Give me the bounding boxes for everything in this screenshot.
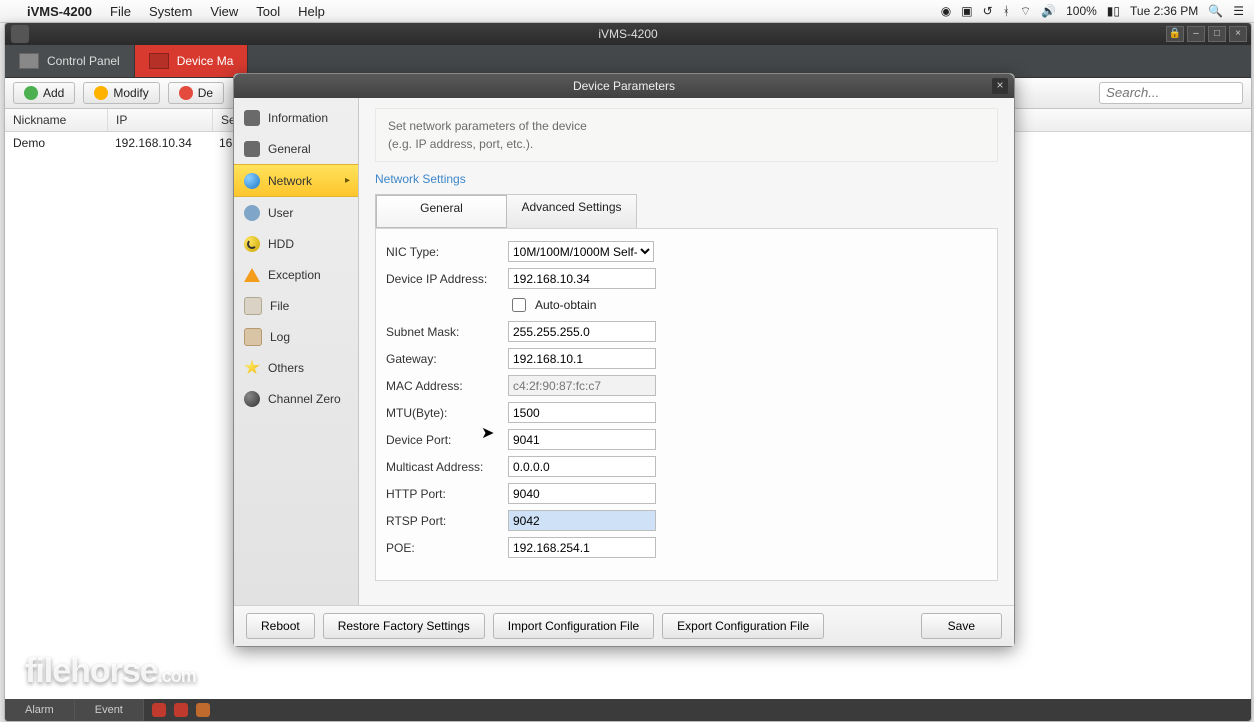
mac-input bbox=[508, 375, 656, 396]
label-rtsp: RTSP Port: bbox=[386, 514, 508, 528]
poe-input[interactable] bbox=[508, 537, 656, 558]
rtsp-port-input[interactable] bbox=[508, 510, 656, 531]
modal-overlay: Device Parameters × Information General … bbox=[5, 23, 1251, 721]
export-button[interactable]: Export Configuration File bbox=[662, 613, 824, 639]
label-mtu: MTU(Byte): bbox=[386, 406, 508, 420]
status-alarm[interactable]: Alarm bbox=[5, 699, 75, 721]
ip-input[interactable] bbox=[508, 268, 656, 289]
label-nic: NIC Type: bbox=[386, 245, 508, 259]
subtabs: General Advanced Settings bbox=[375, 194, 637, 228]
menu-system[interactable]: System bbox=[140, 4, 201, 19]
hdd-icon bbox=[244, 236, 260, 252]
status-icon-1[interactable] bbox=[152, 703, 166, 717]
mtu-input[interactable] bbox=[508, 402, 656, 423]
sidebar-item-network[interactable]: Network bbox=[234, 164, 358, 197]
menu-view[interactable]: View bbox=[201, 4, 247, 19]
log-icon bbox=[244, 328, 262, 346]
network-icon bbox=[244, 173, 260, 189]
label-ip: Device IP Address: bbox=[386, 272, 508, 286]
watermark: filehorse.com bbox=[25, 652, 196, 691]
notifications-icon[interactable]: ☰ bbox=[1233, 4, 1244, 18]
nic-select[interactable]: 10M/100M/1000M Self-ad bbox=[508, 241, 654, 262]
wifi-icon[interactable]: ⌔ bbox=[1020, 4, 1031, 19]
status-icon-2[interactable] bbox=[174, 703, 188, 717]
sidebar-item-log[interactable]: Log bbox=[234, 321, 358, 352]
file-icon bbox=[244, 297, 262, 315]
label-multi: Multicast Address: bbox=[386, 460, 508, 474]
clock[interactable]: Tue 2:36 PM bbox=[1130, 4, 1198, 18]
sidebar-item-exception[interactable]: Exception bbox=[234, 259, 358, 290]
battery-text: 100% bbox=[1066, 4, 1097, 18]
dialog-close-button[interactable]: × bbox=[992, 78, 1008, 94]
subtab-general[interactable]: General bbox=[376, 195, 507, 228]
gateway-input[interactable] bbox=[508, 348, 656, 369]
label-mask: Subnet Mask: bbox=[386, 325, 508, 339]
import-button[interactable]: Import Configuration File bbox=[493, 613, 654, 639]
device-parameters-dialog: Device Parameters × Information General … bbox=[233, 73, 1015, 647]
label-poe: POE: bbox=[386, 541, 508, 555]
label-auto: Auto-obtain bbox=[535, 298, 596, 312]
status-icon-3[interactable] bbox=[196, 703, 210, 717]
restore-button[interactable]: Restore Factory Settings bbox=[323, 613, 485, 639]
status-event[interactable]: Event bbox=[75, 699, 144, 721]
sidebar-item-general[interactable]: General bbox=[234, 133, 358, 164]
http-port-input[interactable] bbox=[508, 483, 656, 504]
mac-menu-bar: iVMS-4200 File System View Tool Help ◉ ▣… bbox=[0, 0, 1254, 23]
star-icon bbox=[244, 360, 260, 376]
dialog-footer: Reboot Restore Factory Settings Import C… bbox=[234, 605, 1014, 646]
menu-file[interactable]: File bbox=[101, 4, 140, 19]
channel-icon bbox=[244, 391, 260, 407]
general-icon bbox=[244, 141, 260, 157]
user-icon bbox=[244, 205, 260, 221]
app-window: iVMS-4200 🔒 – □ × Control Panel Device M… bbox=[4, 22, 1252, 722]
form-pane: NIC Type: 10M/100M/1000M Self-ad Device … bbox=[375, 228, 998, 581]
menu-app[interactable]: iVMS-4200 bbox=[18, 4, 101, 19]
label-mac: MAC Address: bbox=[386, 379, 508, 393]
mask-input[interactable] bbox=[508, 321, 656, 342]
label-http: HTTP Port: bbox=[386, 487, 508, 501]
menu-tool[interactable]: Tool bbox=[247, 4, 289, 19]
label-gw: Gateway: bbox=[386, 352, 508, 366]
subtab-advanced[interactable]: Advanced Settings bbox=[507, 195, 636, 228]
warning-icon bbox=[244, 268, 260, 282]
volume-icon[interactable]: 🔊 bbox=[1041, 4, 1056, 18]
battery-icon: ▮▯ bbox=[1107, 4, 1120, 18]
section-title: Network Settings bbox=[375, 172, 998, 186]
info-icon bbox=[244, 110, 260, 126]
spotlight-icon[interactable]: 🔍 bbox=[1208, 4, 1223, 18]
status-bar: Alarm Event bbox=[5, 699, 1251, 721]
dialog-title: Device Parameters × bbox=[234, 74, 1014, 98]
sidebar: Information General Network User HDD Exc… bbox=[234, 98, 359, 606]
content-pane: Set network parameters of the device (e.… bbox=[359, 98, 1014, 606]
device-port-input[interactable] bbox=[508, 429, 656, 450]
save-button[interactable]: Save bbox=[921, 613, 1002, 639]
sync-icon[interactable]: ↺ bbox=[983, 4, 993, 18]
app-status-icon[interactable]: ▣ bbox=[961, 4, 972, 18]
bluetooth-icon[interactable]: ᚼ bbox=[1003, 4, 1010, 18]
auto-obtain-checkbox[interactable] bbox=[512, 298, 526, 312]
sidebar-item-others[interactable]: Others bbox=[234, 352, 358, 383]
reboot-button[interactable]: Reboot bbox=[246, 613, 315, 639]
screen-record-icon[interactable]: ◉ bbox=[941, 4, 951, 18]
sidebar-item-user[interactable]: User bbox=[234, 197, 358, 228]
sidebar-item-hdd[interactable]: HDD bbox=[234, 228, 358, 259]
hint-box: Set network parameters of the device (e.… bbox=[375, 108, 998, 162]
sidebar-item-channel-zero[interactable]: Channel Zero bbox=[234, 383, 358, 414]
label-dport: Device Port: bbox=[386, 433, 508, 447]
sidebar-item-file[interactable]: File bbox=[234, 290, 358, 321]
multicast-input[interactable] bbox=[508, 456, 656, 477]
menu-help[interactable]: Help bbox=[289, 4, 334, 19]
sidebar-item-information[interactable]: Information bbox=[234, 102, 358, 133]
